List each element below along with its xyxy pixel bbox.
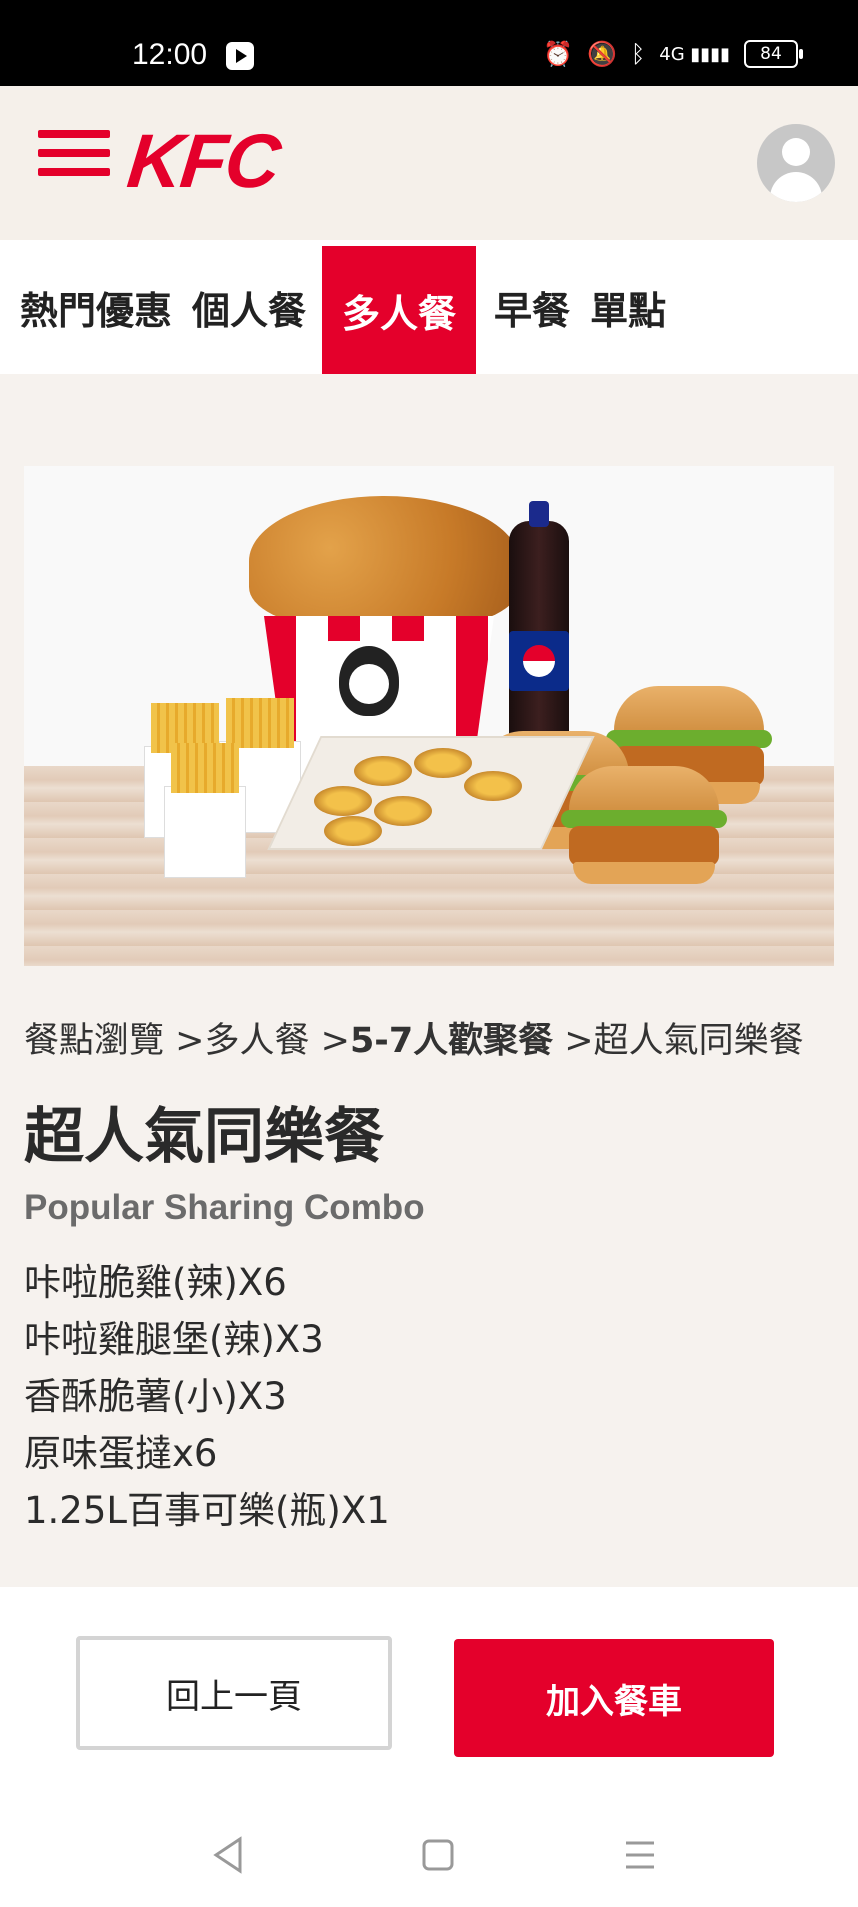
status-bar: 12:00 ⏰ 🔕 ᛒ 4G ▮▮▮▮ 84: [0, 0, 858, 86]
tab-group-meal[interactable]: 多人餐: [322, 246, 477, 374]
list-item: 咔啦雞腿堡(辣)X3: [24, 1318, 324, 1361]
egg-tart-image: [464, 771, 522, 801]
pepsi-bottle-image: [509, 501, 569, 751]
bluetooth-icon: ᛒ: [630, 40, 646, 68]
egg-tart-image: [314, 786, 372, 816]
signal-icon: 4G ▮▮▮▮: [659, 43, 730, 65]
user-avatar-icon[interactable]: [757, 124, 835, 202]
egg-tart-image: [414, 748, 472, 778]
breadcrumb-current: 超人氣同樂餐: [593, 1021, 804, 1061]
tab-a-la-carte[interactable]: 單點: [580, 240, 676, 374]
product-item-list: 咔啦脆雞(辣)X6 咔啦雞腿堡(辣)X3 香酥脆薯(小)X3 原味蛋撻x6 1.…: [24, 1254, 390, 1539]
menu-icon[interactable]: [38, 130, 110, 178]
nav-home-icon[interactable]: [418, 1835, 458, 1879]
app-header: KFC: [0, 86, 858, 240]
burger-image: [561, 766, 727, 886]
colonel-icon: [339, 646, 399, 716]
action-bar: 回上一頁 加入餐車: [0, 1587, 858, 1807]
nav-back-icon[interactable]: [210, 1835, 246, 1879]
status-time: 12:00: [132, 38, 208, 71]
product-image: [24, 466, 834, 966]
nav-recents-icon[interactable]: [620, 1835, 660, 1879]
add-to-cart-button[interactable]: 加入餐車: [454, 1639, 774, 1757]
breadcrumb-root[interactable]: 餐點瀏覽: [24, 1021, 164, 1061]
tab-personal-meal[interactable]: 個人餐: [182, 240, 316, 374]
list-item: 咔啦脆雞(辣)X6: [24, 1261, 287, 1304]
mute-icon: 🔕: [586, 40, 617, 68]
breadcrumb: 餐點瀏覽 >多人餐 >5-7人歡聚餐 >超人氣同樂餐: [24, 1021, 804, 1061]
kfc-logo[interactable]: KFC: [123, 118, 283, 205]
alarm-icon: ⏰: [543, 40, 573, 68]
list-item: 香酥脆薯(小)X3: [24, 1375, 287, 1418]
fries-image: [164, 743, 246, 878]
system-nav-bar: [0, 1807, 858, 1907]
egg-tart-image: [374, 796, 432, 826]
egg-tart-image: [324, 816, 382, 846]
tab-breakfast[interactable]: 早餐: [484, 240, 580, 374]
breadcrumb-group-meal[interactable]: 多人餐: [204, 1021, 309, 1061]
app-notification-icon: [226, 42, 254, 70]
breadcrumb-5-7-people[interactable]: 5-7人歡聚餐: [350, 1021, 553, 1061]
status-icons: ⏰ 🔕 ᛒ 4G ▮▮▮▮ 84: [543, 40, 803, 68]
fried-chicken-image: [249, 496, 519, 626]
list-item: 1.25L百事可樂(瓶)X1: [24, 1489, 390, 1532]
product-title: 超人氣同樂餐: [24, 1102, 384, 1172]
list-item: 原味蛋撻x6: [24, 1432, 218, 1475]
battery-icon: 84: [744, 40, 803, 68]
tab-hot-deals[interactable]: 熱門優惠: [0, 240, 182, 374]
product-subtitle: Popular Sharing Combo: [24, 1188, 425, 1227]
back-button[interactable]: 回上一頁: [76, 1636, 392, 1750]
egg-tart-image: [354, 756, 412, 786]
category-tabs: 熱門優惠 個人餐 多人餐 早餐 單點: [0, 240, 858, 374]
